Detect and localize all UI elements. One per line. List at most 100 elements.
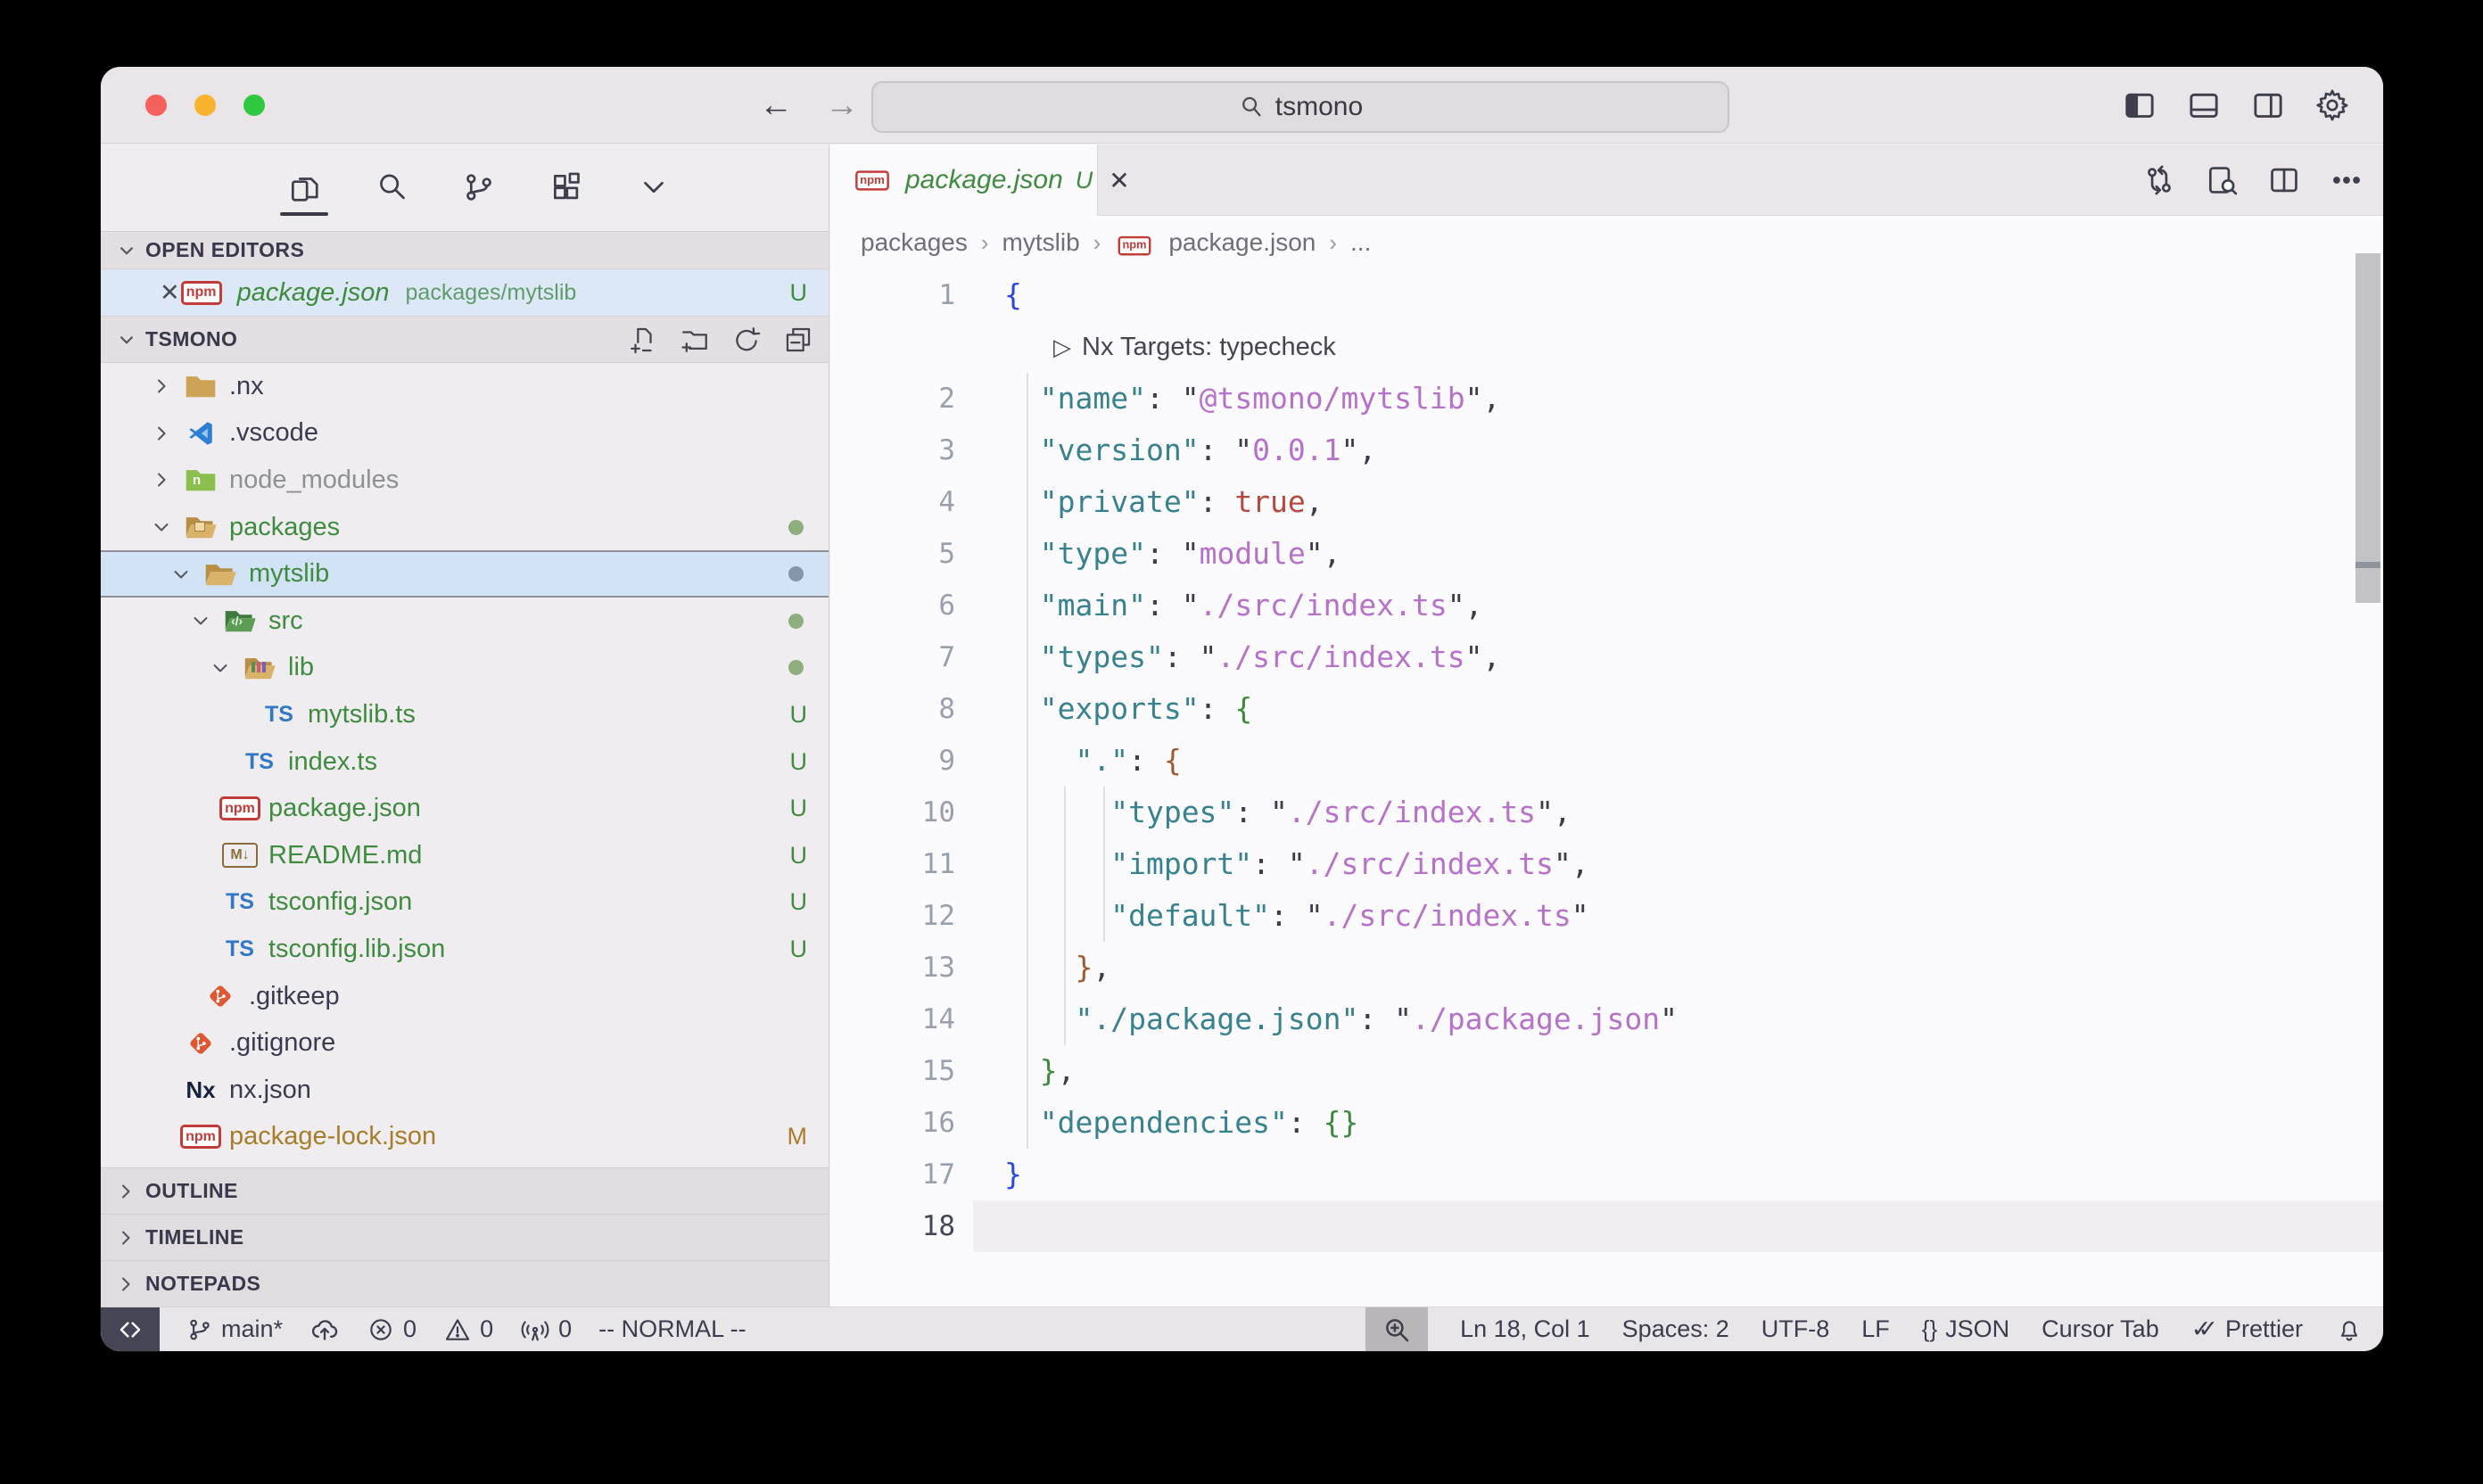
back-arrow-icon[interactable]: ← xyxy=(759,88,793,122)
status-label: Spaces: 2 xyxy=(1622,1315,1729,1343)
more-actions-icon[interactable] xyxy=(2328,161,2365,199)
editor-actions xyxy=(2141,144,2365,216)
breadcrumb-segment[interactable]: package.json xyxy=(1168,228,1316,257)
scrollbar-cursor-marker xyxy=(2355,562,2380,568)
split-editor-icon[interactable] xyxy=(2265,161,2303,199)
new-folder-icon[interactable] xyxy=(677,322,713,358)
tree-item-packages[interactable]: packages xyxy=(101,504,829,551)
tree-item-nx[interactable]: .nx xyxy=(101,363,829,410)
panel-right-icon[interactable] xyxy=(2249,87,2287,124)
open-editor-item[interactable]: ✕npmpackage.jsonpackages/mytslibU xyxy=(101,269,829,316)
close-window-button[interactable] xyxy=(145,95,167,116)
tab-package-json[interactable]: npm package.json U ✕ xyxy=(830,144,1098,216)
status-label: 0 xyxy=(403,1315,417,1343)
tree-item-gitignore[interactable]: .gitignore xyxy=(101,1019,829,1067)
section-header-timeline[interactable]: TIMELINE xyxy=(101,1214,829,1260)
line-number: 9 xyxy=(830,735,955,787)
section-header-notepads[interactable]: NOTEPADS xyxy=(101,1260,829,1307)
vertical-scrollbar[interactable] xyxy=(2355,253,2380,603)
tree-item-index-ts[interactable]: TSindex.tsU xyxy=(101,738,829,786)
close-icon[interactable]: ✕ xyxy=(160,279,180,307)
status-utf-8[interactable]: UTF-8 xyxy=(1761,1315,1830,1343)
codelens-label: Nx Targets: typecheck xyxy=(1082,333,1336,361)
breadcrumb-segment[interactable]: packages xyxy=(861,228,968,257)
status-ln-18-col-1[interactable]: Ln 18, Col 1 xyxy=(1460,1315,1590,1343)
tree-item-mytslib-ts[interactable]: TSmytslib.tsU xyxy=(101,691,829,738)
activity-item-more-views[interactable] xyxy=(633,159,674,216)
tree-item-tsconfig-json[interactable]: TStsconfig.jsonU xyxy=(101,879,829,927)
status-json[interactable]: {}JSON xyxy=(1922,1315,2009,1343)
status-cloud-upload[interactable] xyxy=(309,1315,340,1345)
tree-item-package-lock-json[interactable]: npmpackage-lock.jsonM xyxy=(101,1114,829,1161)
code-line: 5 "type": "module", xyxy=(830,528,2383,580)
status-zoom-in[interactable] xyxy=(1365,1307,1428,1352)
status-bell[interactable] xyxy=(2335,1315,2363,1344)
npm-icon: npm xyxy=(179,1125,222,1149)
tree-item-label: nx.json xyxy=(229,1076,311,1105)
status-0[interactable]: 0 xyxy=(367,1315,417,1344)
forward-arrow-icon[interactable]: → xyxy=(825,88,859,122)
git-status-badge: U xyxy=(790,842,808,870)
tree-item-src[interactable]: ‹/›src xyxy=(101,598,829,645)
command-center-search[interactable]: tsmono xyxy=(871,81,1729,133)
tree-item-node-modules[interactable]: nnode_modules xyxy=(101,457,829,504)
activity-bar xyxy=(101,144,829,230)
tree-item-label: .gitignore xyxy=(229,1028,335,1058)
gear-icon[interactable] xyxy=(2314,87,2351,124)
refresh-icon[interactable] xyxy=(729,322,764,358)
code-area[interactable]: 1{▷Nx Targets: typecheck2 "name": "@tsmo… xyxy=(830,269,2383,1307)
tree-item-label: lib xyxy=(288,653,314,682)
folder-open-lib-icon xyxy=(238,654,281,682)
status-spaces-2[interactable]: Spaces: 2 xyxy=(1622,1315,1729,1343)
bell-icon xyxy=(2335,1315,2363,1344)
open-changes-icon[interactable] xyxy=(2141,161,2178,199)
status-prettier[interactable]: ✓✓Prettier xyxy=(2191,1315,2303,1343)
status-bar: main*000-- NORMAL -- Ln 18, Col 1Spaces:… xyxy=(101,1307,2383,1351)
code-text: "types": "./src/index.ts", xyxy=(1004,787,1571,838)
zoom-window-button[interactable] xyxy=(243,95,265,116)
tree-item-gitkeep[interactable]: .gitkeep xyxy=(101,973,829,1020)
tree-item-lib[interactable]: lib xyxy=(101,645,829,692)
code-line: 3 "version": "0.0.1", xyxy=(830,425,2383,476)
tree-item-readme-md[interactable]: M↓README.mdU xyxy=(101,832,829,879)
close-icon[interactable]: ✕ xyxy=(1109,166,1129,195)
tree-item-nx-json[interactable]: Nxnx.json xyxy=(101,1067,829,1114)
ts-icon: TS xyxy=(238,749,281,775)
new-file-icon[interactable] xyxy=(625,322,661,358)
tree-item-tsconfig-lib-json[interactable]: TStsconfig.lib.jsonU xyxy=(101,926,829,973)
open-preview-icon[interactable] xyxy=(2203,161,2240,199)
activity-item-extensions[interactable] xyxy=(546,159,587,216)
status-main[interactable]: main* xyxy=(186,1315,283,1343)
status-label: Ln 18, Col 1 xyxy=(1460,1315,1590,1343)
activity-item-search[interactable] xyxy=(371,159,412,216)
tree-item-package-json[interactable]: npmpackage.jsonU xyxy=(101,785,829,832)
panel-left-icon[interactable] xyxy=(2121,87,2158,124)
status-0[interactable]: 0 xyxy=(443,1315,493,1344)
git-status-dot xyxy=(788,566,804,581)
section-header-outline[interactable]: OUTLINE xyxy=(101,1167,829,1214)
code-line: 11 "import": "./src/index.ts", xyxy=(830,838,2383,890)
line-number: 15 xyxy=(830,1045,955,1097)
status-lf[interactable]: LF xyxy=(1861,1315,1890,1343)
open-editors-header[interactable]: OPEN EDITORS xyxy=(101,231,829,269)
status-0[interactable]: 0 xyxy=(520,1315,572,1345)
status-normal[interactable]: -- NORMAL -- xyxy=(598,1315,746,1343)
panel-bottom-icon[interactable] xyxy=(2185,87,2223,124)
explorer-section-header[interactable]: TSMONO xyxy=(101,316,829,363)
run-play-icon[interactable]: ▷ xyxy=(1053,334,1071,360)
tree-item-mytslib[interactable]: mytslib xyxy=(101,550,829,598)
remote-indicator[interactable] xyxy=(101,1307,160,1352)
tree-item-vscode[interactable]: .vscode xyxy=(101,410,829,458)
chevron-down-icon xyxy=(115,328,138,351)
minimize-window-button[interactable] xyxy=(194,95,216,116)
status-cursor-tab[interactable]: Cursor Tab xyxy=(2042,1315,2159,1343)
code-text: "main": "./src/index.ts", xyxy=(1004,580,1482,631)
codelens-nx-targets[interactable]: ▷ Nx Targets: typecheck xyxy=(1053,321,1336,373)
activity-item-explorer[interactable] xyxy=(284,159,325,216)
breadcrumb-segment[interactable]: mytslib xyxy=(1002,228,1080,257)
collapse-all-icon[interactable] xyxy=(780,322,816,358)
open-editors-label: OPEN EDITORS xyxy=(145,238,304,262)
breadcrumb-segment[interactable]: ... xyxy=(1350,228,1371,257)
line-number: 1 xyxy=(830,269,955,321)
activity-item-source-control[interactable] xyxy=(458,159,499,216)
